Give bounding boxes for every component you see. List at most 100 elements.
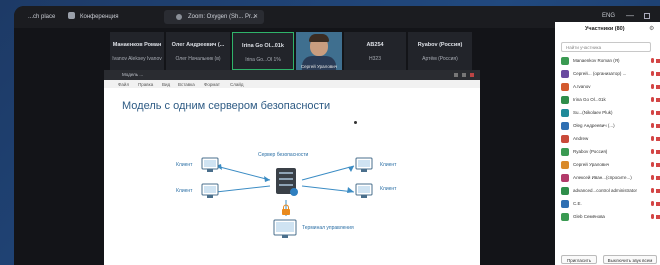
mic-muted-icon[interactable] xyxy=(651,175,654,180)
tile-name: Ryabov (Россия) xyxy=(417,42,463,48)
mic-muted-icon[interactable] xyxy=(651,84,654,89)
avatar xyxy=(561,57,569,65)
participant-name: Ryabov (Россия) xyxy=(573,149,608,154)
camera-off-icon[interactable] xyxy=(656,176,660,180)
participant-row[interactable]: Сергей Уралович xyxy=(561,160,660,170)
mic-muted-icon[interactable] xyxy=(651,201,654,206)
tile-name: AB254 xyxy=(366,42,384,48)
conference-icon xyxy=(68,12,75,19)
mic-muted-icon[interactable] xyxy=(651,162,654,167)
camera-off-icon[interactable] xyxy=(656,150,660,154)
mic-muted-icon[interactable] xyxy=(651,123,654,128)
invite-button[interactable]: Пригласить xyxy=(561,255,597,264)
menu-item[interactable]: Слайд xyxy=(230,82,244,87)
menu-item[interactable]: Файл xyxy=(118,82,129,87)
participant-search-input[interactable]: Найти участника xyxy=(561,42,651,52)
video-tile[interactable]: Олег Андреевич (... Олег Начальник (в) xyxy=(166,32,230,70)
participant-row[interactable]: advanced...control administrator xyxy=(561,186,660,196)
shared-window-menubar: Файл Правка Вид Вставка Формат Слайд xyxy=(104,80,480,88)
minimize-icon[interactable]: — xyxy=(626,11,634,20)
client-label: Клиент xyxy=(380,162,397,168)
tile-name: Олег Андреевич (... xyxy=(171,42,225,48)
computer-icon xyxy=(355,157,373,172)
camera-off-icon[interactable] xyxy=(656,202,660,206)
terminal-icon xyxy=(273,219,297,238)
camera-off-icon[interactable] xyxy=(656,59,660,63)
meeting-tab[interactable]: Zoom: Oxygen (Sh... Pr... ✕ xyxy=(164,10,264,24)
mic-muted-icon[interactable] xyxy=(651,110,654,115)
participant-name: C.E. xyxy=(573,201,582,206)
maximize-icon[interactable] xyxy=(644,13,650,19)
panel-title: Участники (80) xyxy=(585,26,625,32)
settings-icon[interactable]: ⚙ xyxy=(649,25,654,32)
participant-name: A.Ivanov xyxy=(573,84,591,89)
video-tile[interactable]: AB254 H323 xyxy=(344,32,406,70)
tab-icon xyxy=(176,14,182,20)
camera-off-icon[interactable] xyxy=(656,189,660,193)
avatar xyxy=(561,96,569,104)
camera-off-icon[interactable] xyxy=(656,98,660,102)
tab-label: Zoom: Oxygen (Sh... Pr... xyxy=(188,14,256,20)
participant-name: Сергей Уралович xyxy=(573,162,610,167)
mic-muted-icon[interactable] xyxy=(651,188,654,193)
participant-name: advanced...control administrator xyxy=(573,188,638,193)
participant-name: Andrew xyxy=(573,136,589,141)
camera-off-icon[interactable] xyxy=(656,85,660,89)
mic-muted-icon[interactable] xyxy=(651,149,654,154)
camera-off-icon[interactable] xyxy=(656,72,660,76)
language-indicator[interactable]: ENG xyxy=(602,13,615,19)
participant-row[interactable]: Oleg Андреевич (...) xyxy=(561,121,660,131)
conference-menu[interactable]: Конференция xyxy=(80,14,118,20)
participant-row[interactable]: C.E. xyxy=(561,199,660,209)
minimize-icon[interactable] xyxy=(454,73,458,77)
participant-row[interactable]: Сергей... (организатор) ... xyxy=(561,69,660,79)
camera-off-icon[interactable] xyxy=(656,163,660,167)
avatar xyxy=(561,200,569,208)
terminal-label: Терминал управления xyxy=(302,225,354,231)
video-tile[interactable]: Ryabov (Россия) Артём (Россия) xyxy=(408,32,472,70)
network-diagram xyxy=(201,157,373,238)
video-tile[interactable]: Манаенков Роман Ivanov Aleksey Ivanov xyxy=(110,32,164,70)
mute-all-button[interactable]: Выключить звук всем xyxy=(603,255,657,264)
camera-off-icon[interactable] xyxy=(656,137,660,141)
mic-muted-icon[interactable] xyxy=(651,58,654,63)
participant-row[interactable]: Su...(Nikolaev Pluk) xyxy=(561,108,660,118)
menu-item[interactable]: Формат xyxy=(204,82,220,87)
menu-item[interactable]: Правка xyxy=(138,82,153,87)
close-tab-icon[interactable]: ✕ xyxy=(253,13,258,20)
computer-icon xyxy=(355,183,373,198)
participant-row[interactable]: Manaenkov Roman (Я) xyxy=(561,56,660,66)
participant-row[interactable]: Алексей Иван...(спросите...) xyxy=(561,173,660,183)
maximize-icon[interactable] xyxy=(462,73,466,77)
mic-muted-icon[interactable] xyxy=(651,136,654,141)
participant-row[interactable]: Andrew xyxy=(561,134,660,144)
tile-name: Irina Go Ol...01k xyxy=(242,43,284,49)
tile-sub: Irina Go...Ol 1% xyxy=(245,57,281,63)
avatar xyxy=(561,122,569,130)
menu-item[interactable]: Вставка xyxy=(178,82,195,87)
connector-line xyxy=(301,165,355,181)
mic-muted-icon[interactable] xyxy=(651,214,654,219)
tile-sub: Сергей Уралович xyxy=(300,64,338,69)
camera-off-icon[interactable] xyxy=(656,111,660,115)
participant-row[interactable]: Irina Go Ol...01k xyxy=(561,95,660,105)
participant-name: Gleb Семёнова xyxy=(573,214,605,219)
avatar xyxy=(561,187,569,195)
video-tile-active[interactable]: Irina Go Ol...01k Irina Go...Ol 1% xyxy=(232,32,294,70)
camera-off-icon[interactable] xyxy=(656,215,660,219)
avatar xyxy=(561,148,569,156)
computer-icon xyxy=(201,183,219,198)
video-tile-camera[interactable]: Сергей Уралович xyxy=(296,32,342,70)
connector-line xyxy=(215,165,271,181)
mic-muted-icon[interactable] xyxy=(651,71,654,76)
avatar xyxy=(561,213,569,221)
participant-row[interactable]: A.Ivanov xyxy=(561,82,660,92)
participant-row[interactable]: Ryabov (Россия) xyxy=(561,147,660,157)
participant-name: Irina Go Ol...01k xyxy=(573,97,606,102)
participant-row[interactable]: Gleb Семёнова xyxy=(561,212,660,222)
menu-item[interactable]: Вид xyxy=(162,82,170,87)
mic-muted-icon[interactable] xyxy=(651,97,654,102)
connector-line xyxy=(215,185,271,193)
camera-off-icon[interactable] xyxy=(656,124,660,128)
close-icon[interactable] xyxy=(470,73,474,77)
